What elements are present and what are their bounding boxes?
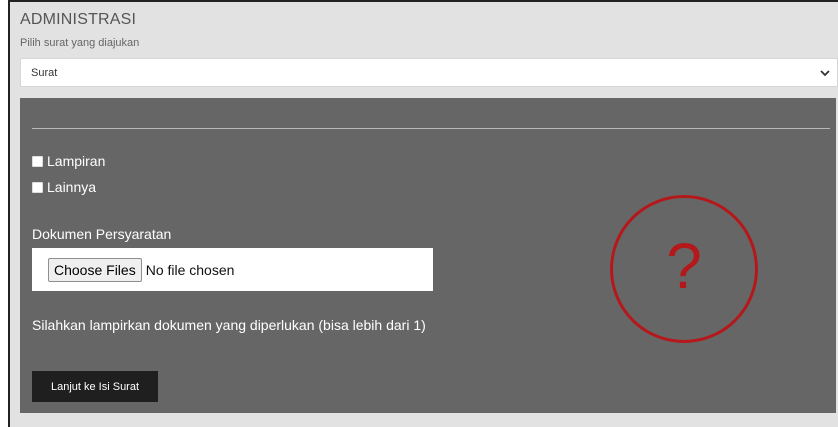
chevron-down-icon [820,70,830,77]
checkbox-lainnya[interactable]: Lainnya [32,179,96,195]
question-mark-icon: ? [610,195,758,343]
file-input[interactable]: Choose Files No file chosen [32,248,433,291]
checkbox-label: Lampiran [47,153,106,169]
divider [32,128,830,129]
file-status: No file chosen [145,261,235,278]
select-value: Surat [31,67,58,79]
checkbox-box[interactable] [32,155,43,167]
checkbox-box[interactable] [32,181,43,193]
admin-form-frame: ADMINISTRASI Pilih surat yang diajukan S… [8,0,838,427]
help-text: Silahkan lampirkan dokumen yang diperluk… [32,317,426,333]
submit-button[interactable]: Lanjut ke Isi Surat [32,371,158,402]
document-label: Dokumen Persyaratan [32,226,172,242]
choose-files-button[interactable]: Choose Files [48,257,142,282]
page-title: ADMINISTRASI [20,11,137,28]
page-subtitle: Pilih surat yang diajukan [20,37,140,49]
surat-select[interactable]: Surat [20,58,838,87]
checkbox-label: Lainnya [47,179,97,195]
form-panel: Lampiran Lainnya Dokumen Persyaratan Cho… [20,98,836,413]
checkbox-lampiran[interactable]: Lampiran [32,153,105,169]
question-glyph: ? [666,230,702,302]
